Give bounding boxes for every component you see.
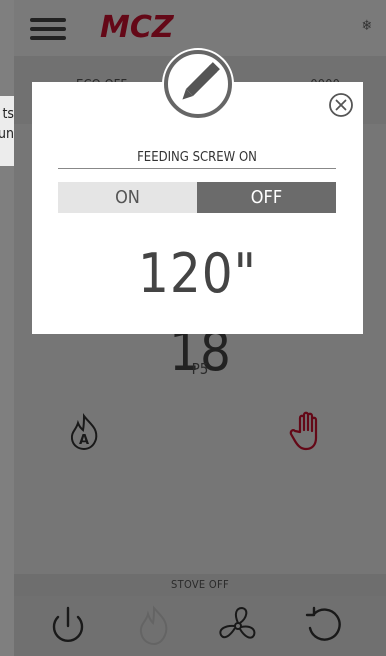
toggle-on-option[interactable]: ON	[58, 182, 197, 213]
toggle-off-option[interactable]: OFF	[197, 182, 336, 213]
left-edge-line-1: ts	[2, 106, 15, 122]
dialog-divider	[58, 168, 336, 169]
left-edge-line-2: un	[0, 126, 14, 142]
dialog-title: FEEDING SCREW ON	[137, 150, 257, 165]
feeding-time-value[interactable]: 120"	[32, 242, 363, 305]
pencil-icon	[162, 48, 234, 120]
on-off-toggle[interactable]: ON OFF	[58, 182, 336, 213]
close-icon[interactable]	[328, 92, 354, 118]
left-edge-text: ts un	[0, 96, 14, 166]
